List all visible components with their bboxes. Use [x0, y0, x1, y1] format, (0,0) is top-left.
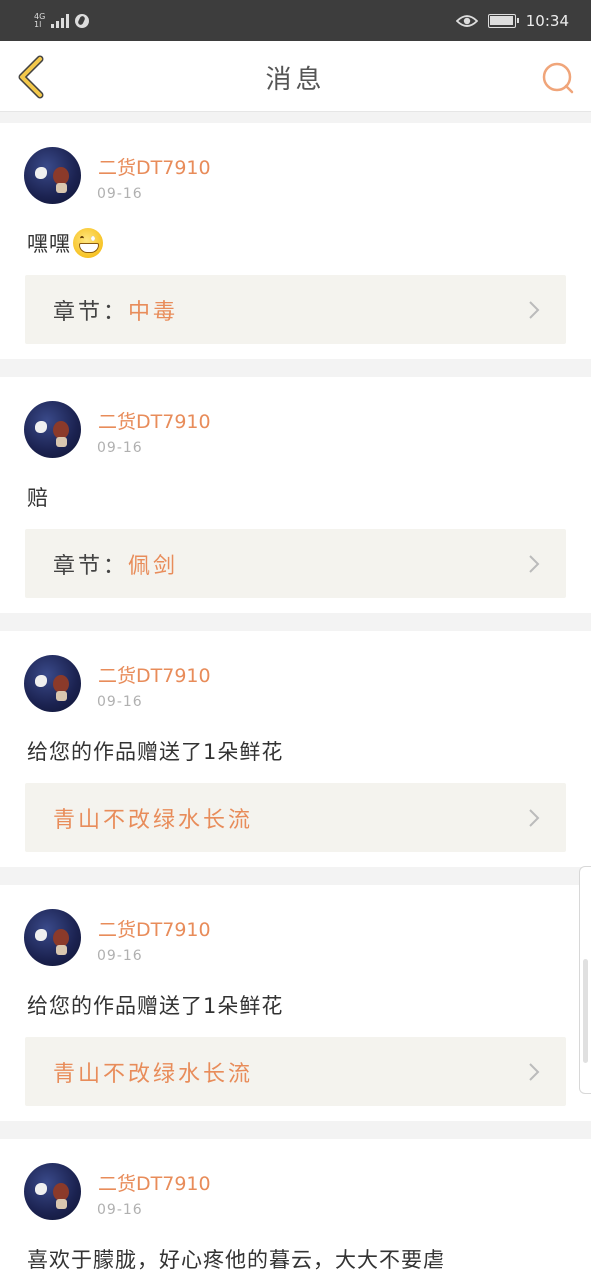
link-value: 青山不改绿水长流 [53, 807, 254, 833]
message-content: 赔 [27, 482, 49, 512]
nav-bar: 消息 [0, 41, 591, 112]
link-value: 青山不改绿水长流 [53, 1061, 254, 1087]
signal-icon [51, 13, 70, 28]
message-content: 给您的作品赠送了1朵鲜花 [27, 990, 283, 1020]
message-content: 给您的作品赠送了1朵鲜花 [27, 736, 283, 766]
message-content: 嘿嘿 [27, 228, 103, 258]
message-content: 喜欢于朦胧，好心疼他的暮云，大大不要虐 [27, 1244, 445, 1274]
message-date: 09-16 [97, 186, 143, 202]
network-type: 4G 1l [34, 12, 45, 29]
avatar[interactable] [24, 909, 81, 966]
username[interactable]: 二货DT7910 [98, 661, 211, 688]
eye-icon [455, 14, 478, 27]
message-date: 09-16 [97, 440, 143, 456]
status-left: 4G 1l [34, 12, 90, 29]
globe-icon [75, 13, 90, 28]
link-prefix: 章节： [53, 553, 129, 579]
status-bar: 4G 1l 10:34 [0, 0, 591, 41]
scroll-thumb[interactable] [583, 959, 588, 1063]
username[interactable]: 二货DT7910 [98, 407, 211, 434]
message-date: 09-16 [97, 1202, 143, 1218]
chevron-right-icon [529, 555, 540, 573]
message-text: 喜欢于朦胧，好心疼他的暮云，大大不要虐 [27, 1248, 445, 1272]
message-date: 09-16 [97, 948, 143, 964]
link-value: 佩剑 [128, 553, 179, 579]
message-card: 二货DT7910 09-16 给您的作品赠送了1朵鲜花 青山不改绿水长流 [0, 631, 591, 867]
work-link[interactable]: 青山不改绿水长流 [25, 1037, 566, 1106]
avatar[interactable] [24, 147, 81, 204]
chevron-right-icon [529, 809, 540, 827]
page-title: 消息 [265, 65, 326, 95]
status-time: 10:34 [525, 11, 569, 30]
link-prefix: 章节： [53, 299, 129, 325]
chapter-link[interactable]: 章节： 中毒 [25, 275, 566, 344]
username[interactable]: 二货DT7910 [98, 915, 211, 942]
avatar[interactable] [24, 401, 81, 458]
status-right: 10:34 [455, 11, 569, 30]
scroll-handle[interactable] [579, 866, 591, 1094]
chapter-link[interactable]: 章节： 佩剑 [25, 529, 566, 598]
message-date: 09-16 [97, 694, 143, 710]
message-card: 二货DT7910 09-16 给您的作品赠送了1朵鲜花 青山不改绿水长流 [0, 885, 591, 1121]
message-text: 赔 [27, 486, 49, 510]
avatar[interactable] [24, 655, 81, 712]
message-card: 二货DT7910 09-16 喜欢于朦胧，好心疼他的暮云，大大不要虐 [0, 1139, 591, 1280]
chevron-right-icon [529, 301, 540, 319]
message-card: 二货DT7910 09-16 赔 章节： 佩剑 [0, 377, 591, 613]
battery-icon [487, 13, 519, 28]
link-value: 中毒 [128, 299, 179, 325]
message-text: 给您的作品赠送了1朵鲜花 [27, 994, 284, 1018]
username[interactable]: 二货DT7910 [98, 153, 211, 180]
grinning-face-emoji-icon [73, 228, 103, 258]
avatar[interactable] [24, 1163, 81, 1220]
username[interactable]: 二货DT7910 [98, 1169, 211, 1196]
work-link[interactable]: 青山不改绿水长流 [25, 783, 566, 852]
message-card: 二货DT7910 09-16 嘿嘿 章节： 中毒 [0, 123, 591, 359]
message-text: 给您的作品赠送了1朵鲜花 [27, 740, 284, 764]
message-text: 嘿嘿 [27, 232, 71, 256]
search-icon[interactable] [541, 61, 575, 95]
network-sub-label: 1l [34, 19, 42, 29]
chevron-right-icon [529, 1063, 540, 1081]
